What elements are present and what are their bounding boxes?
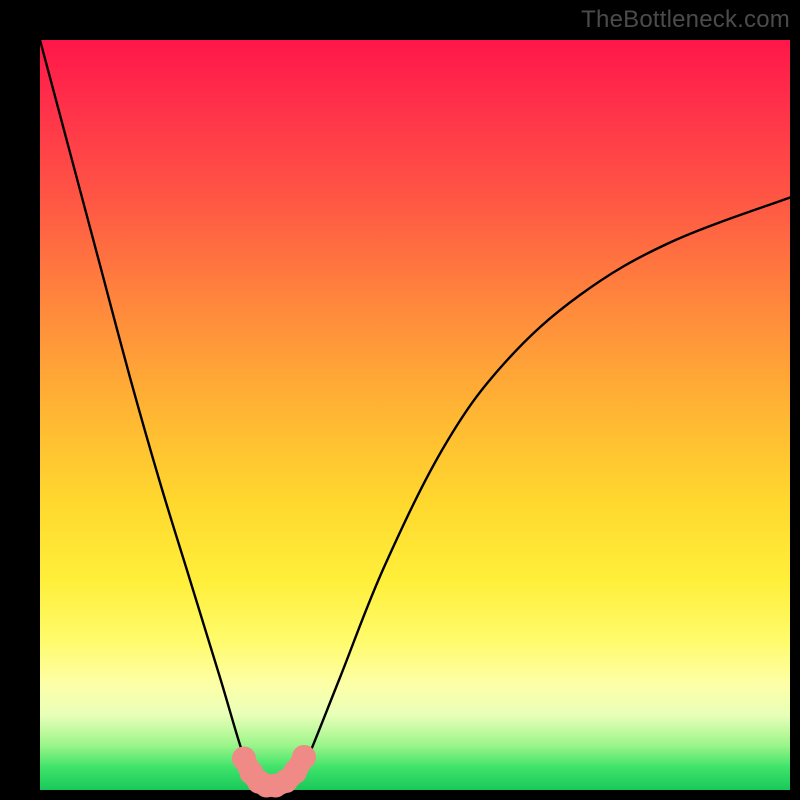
trough-marker-dot (292, 745, 316, 769)
plot-area (40, 40, 790, 790)
chart-frame: TheBottleneck.com (0, 0, 800, 800)
watermark-text: TheBottleneck.com (581, 6, 790, 34)
trough-marker-dots (232, 745, 316, 798)
chart-svg (40, 40, 790, 790)
bottleneck-curve (40, 40, 790, 790)
